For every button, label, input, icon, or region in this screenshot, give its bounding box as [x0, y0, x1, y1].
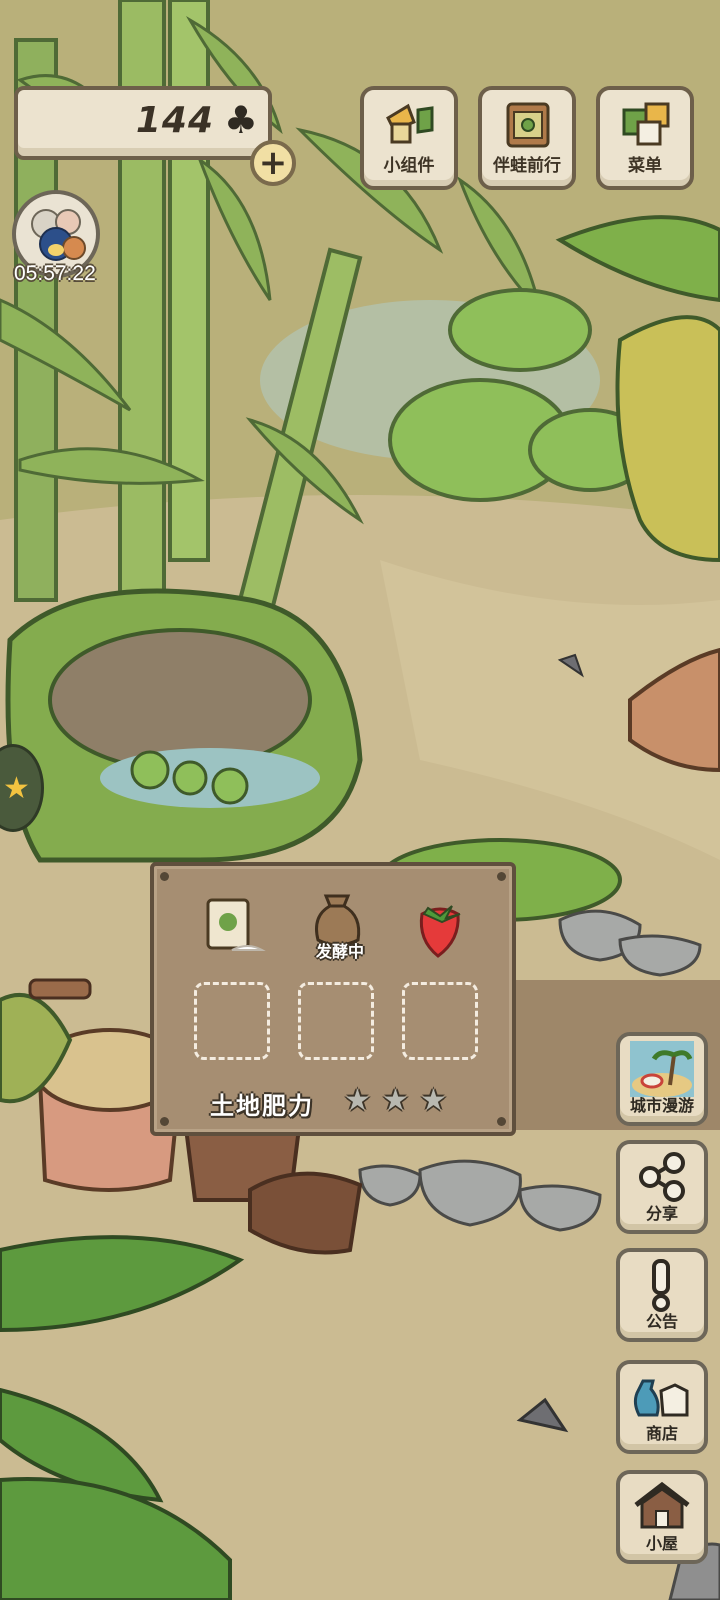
garden-background — [0, 0, 720, 1600]
house-icon — [634, 1481, 690, 1529]
visitor-timer: 05:57:22 — [14, 262, 96, 285]
house-label: 小屋 — [645, 1534, 678, 1553]
soil-fertility-label: 土地肥力 — [210, 1092, 314, 1120]
share-icon — [639, 1152, 685, 1202]
notice-icon — [652, 1259, 670, 1312]
frog-journey-icon — [506, 102, 550, 148]
clover-counter: 144 ♣ — [14, 86, 272, 160]
notice-button[interactable]: 公告 — [616, 1248, 708, 1342]
empty-slot[interactable] — [194, 982, 270, 1060]
shop-label: 商店 — [645, 1424, 678, 1443]
widget-button-label: 小组件 — [383, 156, 435, 176]
nail — [160, 872, 169, 881]
garden-item-strawberry[interactable] — [402, 890, 480, 966]
share-label: 分享 — [645, 1204, 678, 1223]
menu-button-label: 菜单 — [628, 156, 662, 176]
nail — [160, 1117, 169, 1126]
seed-packet-icon — [206, 898, 266, 951]
city-roam-icon — [630, 1041, 694, 1097]
fertility-star-icon: ★ — [382, 1083, 409, 1118]
empty-slot[interactable] — [298, 982, 374, 1060]
fertility-star-icon: ★ — [344, 1083, 371, 1118]
frog-journey-button[interactable]: 伴蛙前行 — [478, 86, 576, 190]
city-roam-button[interactable]: 城市漫游 — [616, 1032, 708, 1126]
empty-slot[interactable] — [402, 982, 478, 1060]
notice-label: 公告 — [645, 1312, 678, 1331]
garden-board: 发酵中 土地肥力 ★ ★ ★ — [150, 862, 516, 1136]
clover-icon: ♣ — [223, 98, 258, 142]
nail — [497, 872, 506, 881]
garden-item-seed[interactable] — [192, 890, 270, 966]
strawberry-icon — [419, 905, 461, 958]
clover-amount: 144 — [135, 100, 214, 141]
share-button[interactable]: 分享 — [616, 1140, 708, 1234]
city-roam-label: 城市漫游 — [629, 1096, 694, 1115]
shop-button[interactable]: 商店 — [616, 1360, 708, 1454]
garden-item-fertilizer[interactable]: 发酵中 — [298, 890, 376, 966]
plus-icon: + — [258, 143, 288, 183]
nail — [497, 1117, 506, 1126]
widget-button[interactable]: 小组件 — [360, 86, 458, 190]
menu-icon — [622, 102, 670, 146]
star-icon: ★ — [3, 771, 30, 806]
add-clover-button[interactable]: + — [250, 140, 296, 186]
widget-icon — [386, 103, 434, 144]
menu-button[interactable]: 菜单 — [596, 86, 694, 190]
fertility-star-icon: ★ — [420, 1083, 447, 1118]
house-button[interactable]: 小屋 — [616, 1470, 708, 1564]
shop-icon — [633, 1379, 689, 1417]
frog-journey-button-label: 伴蛙前行 — [493, 156, 561, 176]
fermenting-status: 发酵中 — [315, 942, 364, 961]
